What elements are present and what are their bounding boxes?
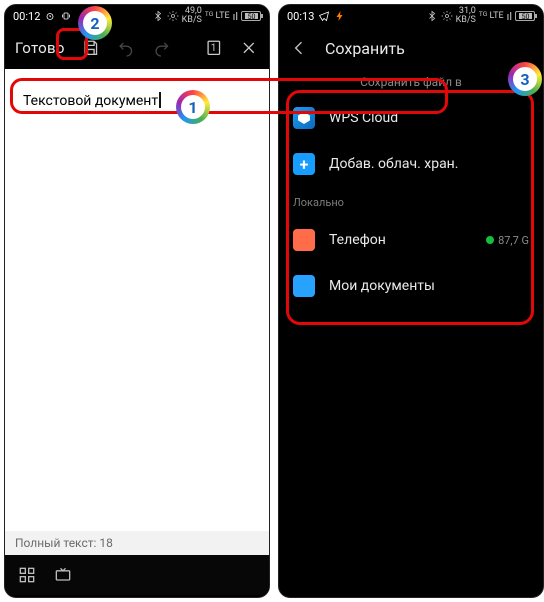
document-title-text: Текстовой документ [23, 92, 161, 109]
editor-toolbar: Готово 1 [5, 27, 269, 69]
word-count-label: Полный текст: 18 [15, 536, 113, 550]
battery-icon: 50 [241, 11, 261, 21]
dest-my-documents[interactable]: Мои документы [279, 263, 543, 309]
bt-icon [152, 10, 164, 22]
document-title-field[interactable]: Текстовой документ [15, 85, 259, 115]
done-button[interactable]: Готово [15, 39, 65, 57]
tv-icon[interactable] [53, 565, 73, 585]
net-lte: ᵀᴳ LTE [479, 12, 504, 21]
dest-label: Добав. облач. хран. [329, 156, 458, 172]
cog-icon [167, 10, 179, 22]
dest-label: WPS Cloud [329, 110, 398, 126]
telegram-icon [318, 10, 330, 22]
section-local: Локально [279, 187, 543, 217]
bt-icon [426, 10, 438, 22]
dest-wps-cloud[interactable]: WPS Cloud [279, 95, 543, 141]
signal-icon: ıl [507, 10, 512, 23]
status-bar: 00:13 31,0 KB/S ᵀᴳ LTE ıl 50 [279, 5, 543, 27]
status-time: 00:12 [13, 10, 40, 23]
dest-phone[interactable]: Телефон 87,7 G [279, 217, 543, 263]
dest-label: Мои документы [329, 278, 435, 294]
phone-right: 00:13 31,0 KB/S ᵀᴳ LTE ıl 50 Сохранить С [278, 4, 544, 598]
cog-icon [441, 10, 453, 22]
bottom-toolbar [5, 555, 269, 595]
bolt-icon [334, 10, 346, 22]
battery-icon: 50 [515, 11, 535, 21]
save-title: Сохранить [325, 39, 405, 58]
editor-area[interactable]: Текстовой документ [5, 69, 269, 531]
close-icon[interactable] [239, 38, 259, 58]
word-count-bar: Полный текст: 18 [5, 531, 269, 555]
undo-icon[interactable] [116, 38, 136, 58]
save-subheader: Сохранить файл в [279, 69, 543, 95]
alarm-icon [44, 10, 56, 22]
grid-icon[interactable] [17, 565, 37, 585]
dest-label: Телефон [329, 232, 386, 248]
wps-cloud-icon [293, 107, 315, 129]
net-rate-unit: KB/S [456, 16, 476, 25]
vibrate-icon [60, 10, 72, 22]
status-dot-icon [486, 236, 494, 244]
save-icon[interactable] [81, 38, 101, 58]
redo-icon[interactable] [152, 38, 172, 58]
status-time: 00:13 [287, 10, 314, 23]
storage-meta: 87,7 G [486, 234, 529, 247]
dest-add-cloud[interactable]: + Добав. облач. хран. [279, 141, 543, 187]
save-appbar: Сохранить [279, 27, 543, 69]
plus-icon: + [293, 153, 315, 175]
phone-storage-icon [293, 229, 315, 251]
page-indicator-icon[interactable]: 1 [204, 38, 224, 58]
net-rate-unit: KB/S [182, 16, 202, 25]
back-icon[interactable] [289, 38, 309, 58]
signal-icon: ıl [233, 10, 238, 23]
folder-icon [293, 275, 315, 297]
status-bar: 00:12 49,0 KB/S ᵀᴳ LTE ıl 50 [5, 5, 269, 27]
net-lte: ᵀᴳ LTE [205, 12, 230, 21]
phone-left: 00:12 49,0 KB/S ᵀᴳ LTE ıl 50 Готово [4, 4, 270, 598]
save-destinations: WPS Cloud + Добав. облач. хран. Локально… [279, 95, 543, 309]
